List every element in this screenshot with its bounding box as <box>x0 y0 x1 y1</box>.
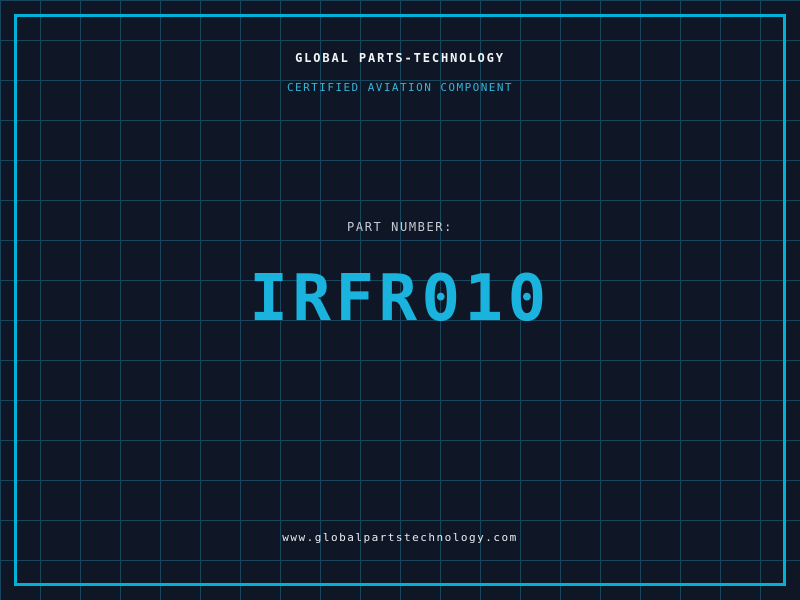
blueprint-placeholder-canvas: GLOBAL PARTS-TECHNOLOGY CERTIFIED AVIATI… <box>0 0 800 600</box>
part-number-label: PART NUMBER: <box>0 220 800 234</box>
company-name: GLOBAL PARTS-TECHNOLOGY <box>0 50 800 66</box>
part-number-value: IRFR010 <box>0 264 800 334</box>
website-url: www.globalpartstechnology.com <box>0 531 800 545</box>
certification-tagline: CERTIFIED AVIATION COMPONENT <box>0 81 800 95</box>
